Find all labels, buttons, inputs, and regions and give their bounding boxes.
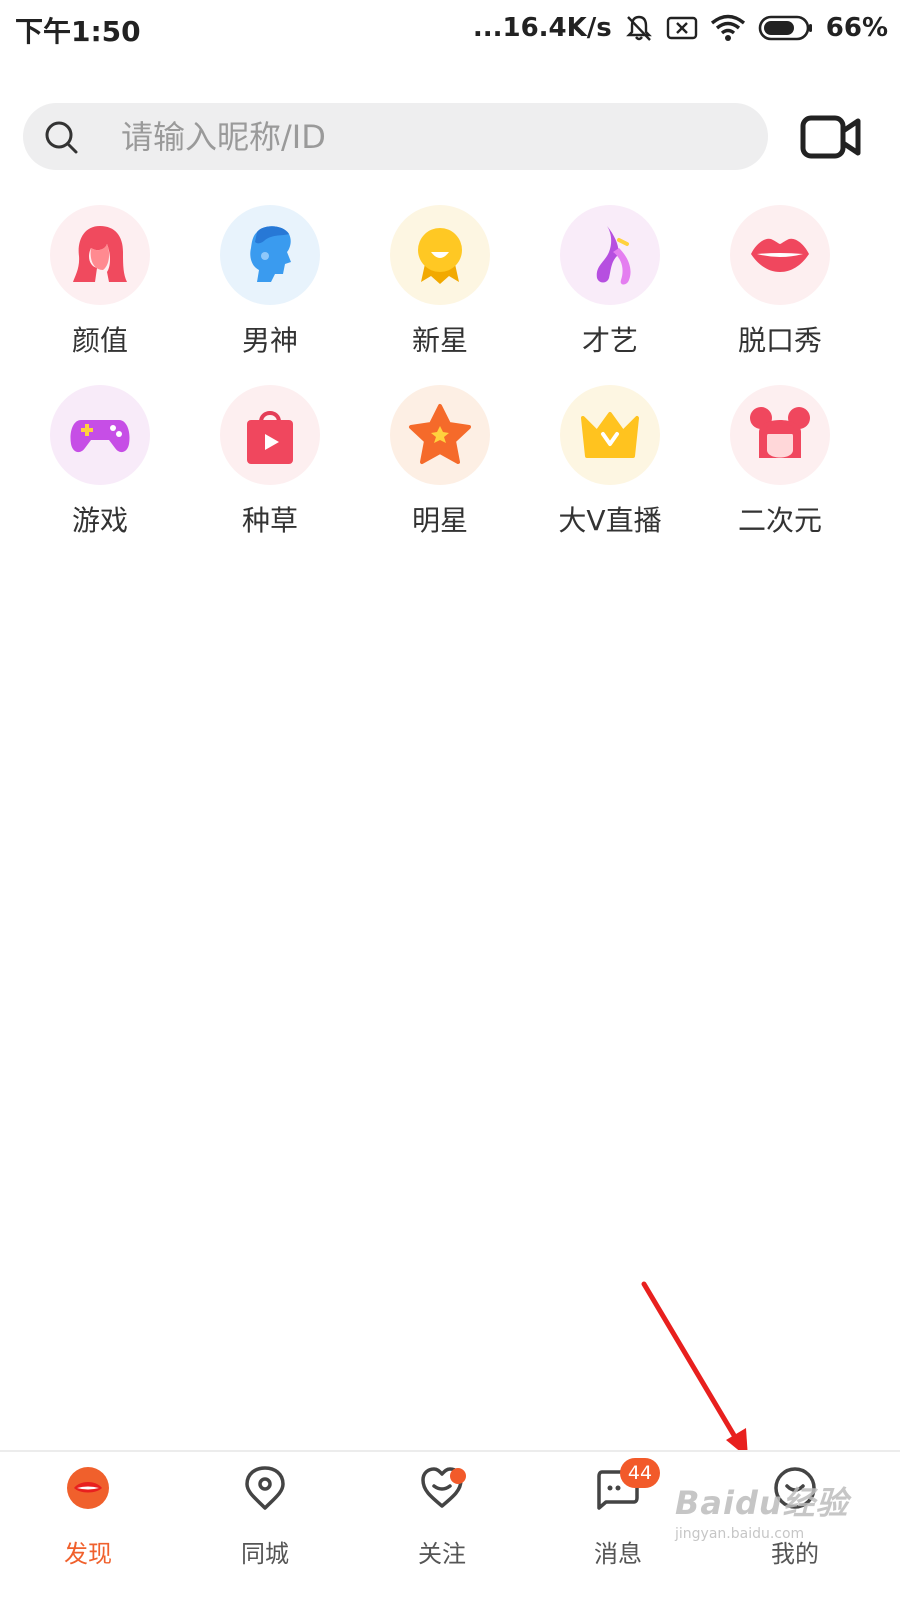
message-badge: 44 bbox=[620, 1458, 660, 1488]
category-icon-bg bbox=[220, 385, 320, 485]
category-youxi[interactable]: 游戏 bbox=[15, 385, 185, 545]
lips-icon bbox=[751, 238, 809, 272]
category-icon-bg bbox=[50, 385, 150, 485]
category-label: 脱口秀 bbox=[737, 324, 822, 357]
category-mingxing[interactable]: 明星 bbox=[355, 385, 525, 545]
category-label: 游戏 bbox=[71, 504, 128, 537]
battery-icon bbox=[758, 15, 812, 41]
annotation-arrow bbox=[641, 1281, 748, 1458]
follow-notification-dot bbox=[450, 1468, 466, 1484]
category-icon-bg bbox=[730, 385, 830, 485]
category-label: 才艺 bbox=[581, 324, 638, 357]
mute-bell-icon bbox=[625, 15, 652, 41]
search-bar[interactable] bbox=[23, 103, 768, 170]
status-indicators: ...16.4K/s 66% bbox=[473, 10, 888, 46]
category-icon-bg bbox=[390, 205, 490, 305]
face-woman-icon bbox=[73, 226, 127, 282]
category-icon-bg bbox=[730, 205, 830, 305]
star-icon bbox=[409, 404, 471, 464]
category-icon-bg bbox=[390, 385, 490, 485]
video-camera-icon[interactable] bbox=[800, 113, 862, 161]
category-caiyi[interactable]: 才艺 bbox=[525, 205, 695, 365]
watermark-main: Baidu经验 bbox=[675, 1484, 849, 1522]
dance-shoe-icon bbox=[596, 226, 631, 285]
shopping-bag-icon bbox=[247, 411, 293, 464]
watermark-sub: jingyan.baidu.com bbox=[675, 1526, 805, 1542]
nav-label: 发现 bbox=[64, 1540, 112, 1568]
status-time: 下午1:50 bbox=[15, 15, 141, 48]
nav-nearby[interactable]: 同城 bbox=[203, 1464, 323, 1584]
category-label: 男神 bbox=[241, 324, 298, 357]
crown-icon bbox=[581, 412, 639, 458]
anime-girl-icon bbox=[750, 407, 810, 458]
category-erciyuan[interactable]: 二次元 bbox=[695, 385, 865, 545]
discover-icon bbox=[67, 1467, 109, 1509]
category-label: 二次元 bbox=[737, 504, 822, 537]
category-label: 明星 bbox=[411, 504, 468, 537]
category-xinxing[interactable]: 新星 bbox=[355, 205, 525, 365]
category-label: 种草 bbox=[241, 504, 298, 537]
category-icon-bg bbox=[560, 385, 660, 485]
network-speed: ...16.4K/s bbox=[472, 13, 612, 43]
category-icon-bg bbox=[50, 205, 150, 305]
category-label: 颜值 bbox=[71, 324, 128, 357]
search-icon bbox=[45, 121, 78, 154]
category-icon-bg bbox=[560, 205, 660, 305]
location-pin-icon bbox=[245, 1466, 285, 1510]
new-star-icon bbox=[418, 228, 462, 284]
nav-label: 同城 bbox=[241, 1540, 289, 1568]
face-man-icon bbox=[250, 226, 291, 282]
gamepad-icon bbox=[70, 420, 130, 453]
nav-label: 关注 bbox=[418, 1540, 466, 1568]
nav-follow[interactable]: 关注 bbox=[380, 1464, 500, 1584]
category-yanzhi[interactable]: 颜值 bbox=[15, 205, 185, 365]
category-label: 大V直播 bbox=[558, 504, 662, 537]
nav-messages[interactable]: 消息 bbox=[556, 1464, 676, 1584]
category-zhongcao[interactable]: 种草 bbox=[185, 385, 355, 545]
nav-discover[interactable]: 发现 bbox=[26, 1464, 146, 1584]
status-bar: 下午1:50 ...16.4K/s 66% bbox=[0, 0, 900, 56]
category-tuokouxiu[interactable]: 脱口秀 bbox=[695, 205, 865, 365]
sim-off-icon bbox=[666, 16, 697, 40]
battery-percent: 66% bbox=[825, 13, 888, 43]
category-label: 新星 bbox=[411, 324, 468, 357]
search-input[interactable] bbox=[121, 115, 741, 159]
category-dav-zhibo[interactable]: 大V直播 bbox=[525, 385, 695, 545]
nav-label: 消息 bbox=[594, 1540, 642, 1568]
wifi-icon bbox=[710, 14, 745, 41]
baidu-watermark: Baidu经验 jingyan.baidu.com bbox=[675, 1478, 849, 1542]
category-icon-bg bbox=[220, 205, 320, 305]
category-nanshen[interactable]: 男神 bbox=[185, 205, 355, 365]
